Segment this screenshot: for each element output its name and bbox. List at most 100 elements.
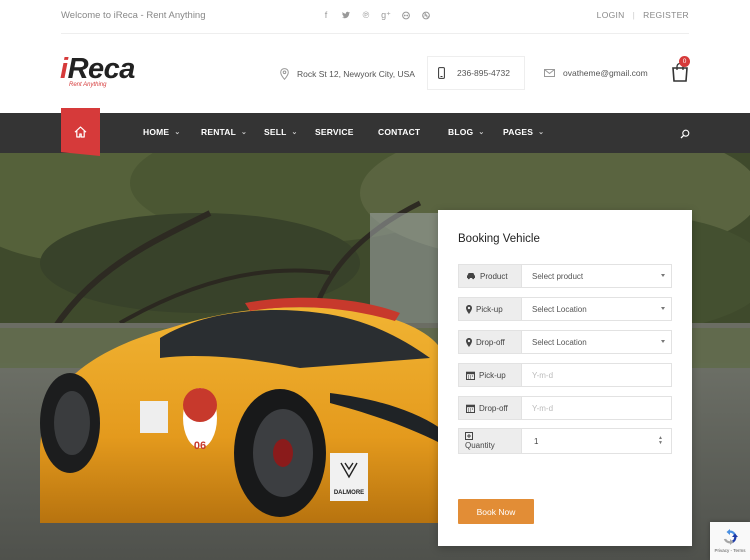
map-pin-icon: [466, 304, 472, 314]
calendar-icon: [466, 404, 475, 413]
dropoff-date-label: Drop-off: [458, 396, 521, 420]
nav-item-home[interactable]: HOME ⌄: [143, 127, 180, 137]
nav-label: HOME: [143, 127, 170, 137]
car-sticker-text: DALMORE: [334, 490, 364, 496]
map-pin-icon: [280, 68, 289, 80]
nav-label: SELL: [264, 127, 287, 137]
quantity-label: Quantity: [458, 428, 521, 454]
nav-label: RENTAL: [201, 127, 237, 137]
plus-square-icon: [465, 431, 473, 440]
chevron-down-icon: ⌄: [538, 129, 545, 136]
search-button[interactable]: [680, 126, 690, 144]
login-link[interactable]: LOGIN: [597, 10, 625, 20]
auth-links: LOGIN | REGISTER: [597, 10, 689, 20]
select-value: Select Location: [532, 304, 587, 314]
welcome-text: Welcome to iReca - Rent Anything: [61, 10, 206, 21]
dropoff-date-row: Drop-off Y-m-d: [458, 396, 672, 420]
site-header: iReca Rent Anything Rock St 12, Newyork …: [0, 34, 750, 113]
nav-item-blog[interactable]: BLOG ⌄: [448, 127, 484, 137]
product-row: Product Select product: [458, 264, 672, 288]
nav-label: SERVICE: [315, 127, 354, 137]
chevron-down-icon: [661, 307, 665, 310]
chevron-down-icon: [661, 274, 665, 277]
address-info: Rock St 12, Newyork City, USA: [280, 68, 415, 80]
pickup-location-row: Pick-up Select Location: [458, 297, 672, 321]
select-value: Select product: [532, 271, 584, 281]
nav-label: PAGES: [503, 127, 534, 137]
chevron-down-icon: [661, 340, 665, 343]
chevron-down-icon: ⌄: [291, 129, 298, 136]
input-placeholder: Y-m-d: [532, 370, 554, 380]
home-tab[interactable]: [61, 108, 100, 156]
recaptcha-text: Privacy - Terms: [714, 548, 746, 553]
chevron-down-icon: ⌄: [241, 129, 248, 136]
cart-button[interactable]: 0: [671, 56, 690, 82]
phone-text[interactable]: 236-895-4732: [457, 68, 510, 78]
email-text[interactable]: ovatheme@gmail.com: [563, 68, 648, 78]
label-text: Drop-off: [476, 337, 505, 347]
divider: |: [632, 10, 636, 20]
site-logo[interactable]: iReca Rent Anything: [60, 53, 136, 88]
booking-form: Booking Vehicle Product Select product P…: [438, 210, 692, 546]
phone-info: 236-895-4732: [438, 67, 510, 79]
twitter-icon[interactable]: [342, 9, 350, 21]
label-text: Pick-up: [479, 370, 506, 380]
pickup-location-select[interactable]: Select Location: [521, 297, 672, 321]
recaptcha-badge[interactable]: Privacy - Terms: [710, 522, 750, 560]
dropoff-date-input[interactable]: Y-m-d: [521, 396, 672, 420]
facebook-icon[interactable]: f: [322, 9, 330, 21]
pickup-date-input[interactable]: Y-m-d: [521, 363, 672, 387]
address-text: Rock St 12, Newyork City, USA: [297, 69, 415, 79]
nav-label: CONTACT: [378, 127, 421, 137]
recaptcha-icon: [723, 529, 738, 545]
phone-icon: [438, 67, 445, 79]
dropoff-location-row: Drop-off Select Location: [458, 330, 672, 354]
dropoff-location-select[interactable]: Select Location: [521, 330, 672, 354]
input-placeholder: Y-m-d: [532, 403, 554, 413]
car-sticker-number: 06: [194, 440, 206, 452]
booking-title: Booking Vehicle: [458, 233, 540, 245]
cart-count-badge: 0: [679, 56, 690, 67]
register-link[interactable]: REGISTER: [643, 10, 689, 20]
nav-item-contact[interactable]: CONTACT: [378, 127, 420, 137]
quantity-row: Quantity 1 ▲ ▼: [458, 428, 672, 454]
quantity-value: 1: [534, 436, 539, 446]
nav-item-rental[interactable]: RENTAL ⌄: [201, 127, 247, 137]
dropoff-label: Drop-off: [458, 330, 521, 354]
calendar-icon: [466, 371, 475, 380]
google-plus-icon[interactable]: g⁺: [381, 9, 391, 21]
pickup-date-label: Pick-up: [458, 363, 521, 387]
product-select[interactable]: Select product: [521, 264, 672, 288]
envelope-icon: [544, 69, 555, 77]
flickr-icon[interactable]: [402, 9, 410, 21]
nav-item-pages[interactable]: PAGES ⌄: [503, 127, 544, 137]
logo-name: Reca: [67, 53, 136, 85]
pickup-date-row: Pick-up Y-m-d: [458, 363, 672, 387]
home-icon: [74, 126, 87, 138]
book-now-button[interactable]: Book Now: [458, 499, 534, 524]
logo-initial: i: [60, 53, 68, 85]
dribbble-icon[interactable]: [422, 9, 430, 21]
chevron-down-icon: ⌄: [174, 129, 181, 136]
top-bar: Welcome to iReca - Rent Anything f ℗ g⁺ …: [0, 0, 750, 33]
label-text: Drop-off: [479, 403, 508, 413]
social-links: f ℗ g⁺: [322, 9, 430, 21]
search-icon: [680, 129, 690, 139]
label-text: Pick-up: [476, 304, 503, 314]
spinner-arrows-icon[interactable]: ▲ ▼: [658, 436, 663, 446]
chevron-down-icon: ⌄: [478, 129, 485, 136]
car-icon: [467, 273, 475, 280]
label-text: Quantity: [465, 440, 495, 450]
nav-item-service[interactable]: SERVICE: [315, 127, 354, 137]
nav-item-sell[interactable]: SELL ⌄: [264, 127, 298, 137]
select-value: Select Location: [532, 337, 587, 347]
pickup-label: Pick-up: [458, 297, 521, 321]
quantity-stepper[interactable]: 1 ▲ ▼: [521, 428, 672, 454]
product-label: Product: [458, 264, 521, 288]
logo-tagline: Rent Anything: [69, 82, 107, 88]
pinterest-icon[interactable]: ℗: [362, 9, 370, 21]
label-text: Product: [480, 271, 508, 281]
main-nav: HOME ⌄ RENTAL ⌄ SELL ⌄ SERVICE CONTACT BLOG…: [0, 113, 750, 153]
map-pin-icon: [466, 337, 472, 347]
nav-label: BLOG: [448, 127, 474, 137]
